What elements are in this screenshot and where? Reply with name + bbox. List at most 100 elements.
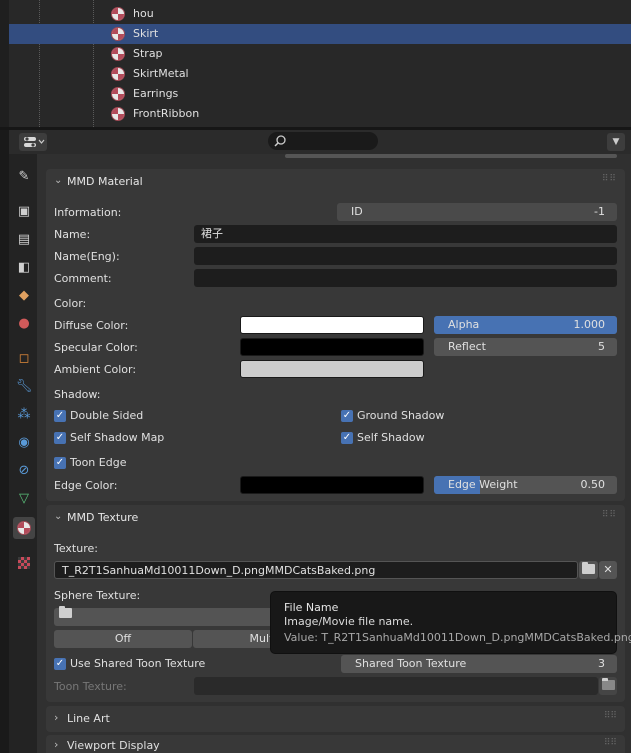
chevron-right-icon: › <box>54 738 59 751</box>
clear-texture-button[interactable]: ✕ <box>599 561 617 579</box>
texture-path-input[interactable]: T_R2T1SanhuaMd10011Down_D.pngMMDCatsBake… <box>54 561 578 579</box>
search-icon <box>274 135 286 147</box>
search-input[interactable] <box>268 132 378 150</box>
folder-icon <box>601 678 615 690</box>
outliner-item-skirt[interactable]: Skirt <box>9 24 631 44</box>
checkmark-icon: ✓ <box>54 410 66 422</box>
checker-texture-icon <box>18 557 30 569</box>
file-browse-button[interactable] <box>579 561 598 579</box>
chevron-down-icon: ⌄ <box>54 175 63 186</box>
drag-grip-icon[interactable]: ⠿⠿ <box>604 738 617 748</box>
output-icon: ▤ <box>17 232 31 247</box>
specular-color-swatch[interactable] <box>240 338 424 356</box>
left-edge <box>0 130 9 753</box>
name-eng-input[interactable] <box>194 247 617 265</box>
constraints-icon: ⊘ <box>18 463 30 478</box>
tab-scene[interactable]: ◆ <box>13 285 35 307</box>
view-layer-icon: ◧ <box>17 260 31 275</box>
tab-tool[interactable]: ✎ <box>13 166 35 188</box>
tooltip-title: File Name <box>284 601 339 614</box>
chevron-down-icon: ▼ <box>612 137 620 147</box>
edge-color-label: Edge Color: <box>54 479 118 492</box>
tab-material[interactable] <box>13 517 35 539</box>
double-sided-checkbox[interactable]: ✓ Double Sided <box>54 409 204 424</box>
scene-icon: ◆ <box>19 288 29 303</box>
tooltip: File Name Image/Movie file name. Value: … <box>270 591 631 654</box>
chevron-right-icon: › <box>54 711 59 724</box>
use-shared-toon-checkbox[interactable]: ✓ Use Shared Toon Texture <box>54 657 274 672</box>
folder-icon <box>582 562 595 574</box>
tab-constraints[interactable]: ⊘ <box>13 460 35 482</box>
tab-render[interactable]: ▣ <box>13 201 35 223</box>
shadow-label: Shadow: <box>54 388 101 401</box>
edge-weight-slider[interactable]: Edge Weight 0.50 <box>434 476 617 494</box>
ground-shadow-checkbox[interactable]: ✓ Ground Shadow <box>341 409 491 424</box>
outliner-item-frontribbon[interactable]: FrontRibbon <box>9 104 631 124</box>
properties-tabs: ✎ ▣ ▤ ◧ ◆ ● ◻ 🔧︎ ⁂ ◉ ⊘ ▽ <box>9 154 37 753</box>
line-art-panel[interactable]: › Line Art ⠿⠿ <box>46 706 625 732</box>
tab-world[interactable]: ● <box>13 313 35 335</box>
tool-icon: ✎ <box>18 169 30 184</box>
sphere-off-button[interactable]: Off <box>54 630 192 648</box>
specular-color-label: Specular Color: <box>54 341 138 354</box>
properties-editor-icon <box>24 137 45 147</box>
outliner-item-earrings[interactable]: Earrings <box>9 84 631 104</box>
chevron-down-icon: ⌄ <box>54 511 63 522</box>
comment-input[interactable] <box>194 269 617 287</box>
sphere-texture-browse-button[interactable] <box>54 606 294 626</box>
toon-edge-checkbox[interactable]: ✓ Toon Edge <box>54 456 204 471</box>
checkmark-icon: ✓ <box>341 410 353 422</box>
horizontal-scrollbar[interactable] <box>285 154 617 158</box>
world-icon: ● <box>18 316 30 331</box>
shared-toon-texture-field[interactable]: Shared Toon Texture 3 <box>341 655 617 673</box>
mesh-data-icon: ▽ <box>19 491 29 506</box>
drag-grip-icon[interactable]: ⠿⠿ <box>602 174 617 184</box>
self-shadow-checkbox[interactable]: ✓ Self Shadow <box>341 431 491 446</box>
tab-physics[interactable]: ◉ <box>13 432 35 454</box>
options-dropdown[interactable]: ▼ <box>607 133 625 151</box>
drag-grip-icon[interactable]: ⠿⠿ <box>602 510 617 520</box>
texture-label: Texture: <box>54 542 98 555</box>
material-icon <box>111 7 125 21</box>
comment-label: Comment: <box>54 272 112 285</box>
tab-modifiers[interactable]: 🔧︎ <box>13 376 35 398</box>
name-eng-label: Name(Eng): <box>54 250 120 263</box>
material-icon <box>111 87 125 101</box>
edge-color-swatch[interactable] <box>240 476 424 494</box>
tab-data[interactable]: ▽ <box>13 488 35 510</box>
outliner-item-strap[interactable]: Strap <box>9 44 631 64</box>
editor-type-button[interactable] <box>19 133 47 151</box>
drag-grip-icon[interactable]: ⠿⠿ <box>604 711 617 721</box>
toon-texture-label: Toon Texture: <box>54 680 127 693</box>
outliner: hou Skirt Strap SkirtMetal Earrings Fron… <box>0 0 631 127</box>
reflect-field[interactable]: Reflect 5 <box>434 338 617 356</box>
tab-object[interactable]: ◻ <box>13 348 35 370</box>
folder-icon <box>59 606 72 618</box>
tab-view-layer[interactable]: ◧ <box>13 257 35 279</box>
material-icon <box>111 107 125 121</box>
id-field[interactable]: ID -1 <box>337 203 617 221</box>
viewport-display-panel[interactable]: › Viewport Display ⠿⠿ <box>46 735 625 753</box>
mmd-texture-header[interactable]: ⌄ MMD Texture ⠿⠿ <box>46 505 625 531</box>
tab-texture[interactable] <box>13 552 35 574</box>
material-icon <box>17 521 31 535</box>
mmd-material-header[interactable]: ⌄ MMD Material ⠿⠿ <box>46 169 625 195</box>
tab-particles[interactable]: ⁂ <box>13 404 35 426</box>
outliner-left-gutter <box>0 0 9 127</box>
self-shadow-map-checkbox[interactable]: ✓ Self Shadow Map <box>54 431 204 446</box>
object-icon: ◻ <box>18 351 30 366</box>
name-input[interactable]: 裙子 <box>194 225 617 243</box>
close-icon: ✕ <box>603 563 613 576</box>
diffuse-color-swatch[interactable] <box>240 316 424 334</box>
tab-output[interactable]: ▤ <box>13 229 35 251</box>
checkmark-icon: ✓ <box>54 432 66 444</box>
checkmark-icon: ✓ <box>341 432 353 444</box>
physics-icon: ◉ <box>18 435 30 450</box>
alpha-slider[interactable]: Alpha 1.000 <box>434 316 617 334</box>
ambient-color-swatch[interactable] <box>240 360 424 378</box>
name-label: Name: <box>54 228 91 241</box>
diffuse-color-label: Diffuse Color: <box>54 319 129 332</box>
render-icon: ▣ <box>17 204 31 219</box>
outliner-item-skirtmetal[interactable]: SkirtMetal <box>9 64 631 84</box>
outliner-item-hou[interactable]: hou <box>9 4 631 24</box>
